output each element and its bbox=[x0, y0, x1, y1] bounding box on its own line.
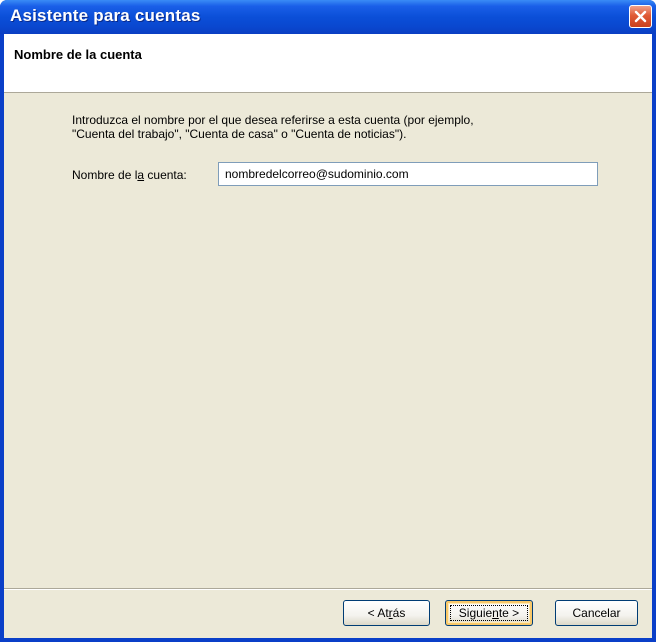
next-button-label-start: Siguie bbox=[458, 606, 493, 620]
account-name-input[interactable] bbox=[218, 162, 598, 186]
footer-divider bbox=[4, 588, 652, 590]
next-button[interactable]: Siguiente > bbox=[445, 600, 533, 626]
account-name-label-start: Nombre de l bbox=[72, 168, 138, 182]
title-bar[interactable]: Asistente para cuentas bbox=[0, 0, 656, 34]
wizard-header: Nombre de la cuenta bbox=[4, 34, 652, 93]
instructions-line-2: "Cuenta del trabajo", "Cuenta de casa" o… bbox=[72, 127, 407, 141]
window-title: Asistente para cuentas bbox=[10, 6, 201, 25]
close-button[interactable] bbox=[629, 5, 652, 28]
back-button[interactable]: < Atrás bbox=[343, 600, 430, 626]
instructions-line-1: Introduzca el nombre por el que desea re… bbox=[72, 113, 474, 127]
close-x-icon bbox=[634, 10, 647, 23]
page-title: Nombre de la cuenta bbox=[14, 47, 142, 62]
account-name-label: Nombre de la cuenta: bbox=[72, 168, 187, 182]
instructions-text: Introduzca el nombre por el que desea re… bbox=[72, 113, 592, 141]
wizard-window: Asistente para cuentas Nombre de la cuen… bbox=[0, 0, 656, 642]
back-button-label-end: ás bbox=[392, 606, 406, 620]
dialog-body: Nombre de la cuenta Introduzca el nombre… bbox=[4, 34, 652, 638]
next-button-label-end: te > bbox=[498, 606, 520, 620]
cancel-button[interactable]: Cancelar bbox=[555, 600, 638, 626]
next-button-accelerator: n bbox=[492, 606, 499, 620]
back-button-label-start: < At bbox=[367, 606, 389, 620]
account-name-label-end: cuenta: bbox=[144, 168, 187, 182]
